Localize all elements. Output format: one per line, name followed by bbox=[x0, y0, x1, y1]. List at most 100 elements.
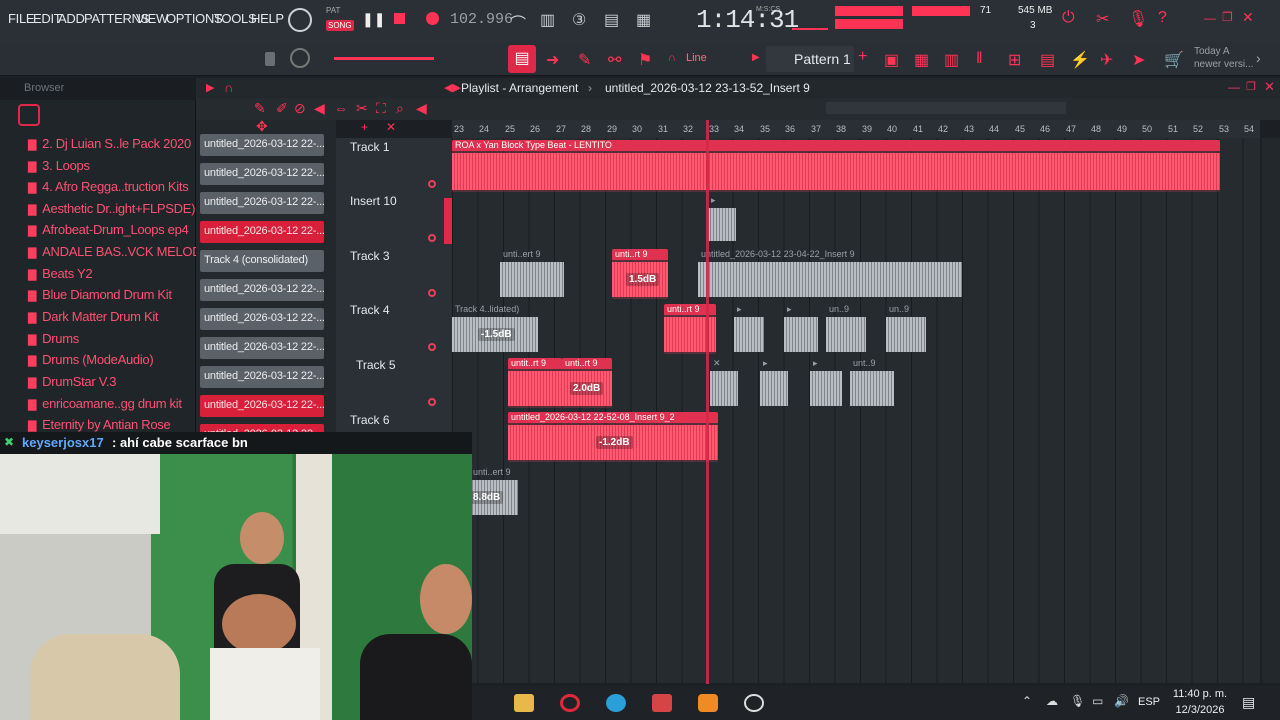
clip-source-item[interactable]: untitled_2026-03-12 22-... bbox=[200, 337, 324, 359]
clip-source-item[interactable]: untitled_2026-03-12 22-... bbox=[200, 308, 324, 330]
clock-date[interactable]: 12/3/2026 bbox=[1172, 704, 1228, 716]
pattern-selector[interactable]: Pattern 1 bbox=[766, 46, 854, 72]
export-icon[interactable]: ➤ bbox=[1132, 50, 1145, 70]
play-icon[interactable]: ▶ bbox=[206, 81, 214, 94]
record-icon[interactable] bbox=[426, 12, 439, 25]
pat-toggle[interactable]: PAT bbox=[326, 6, 340, 15]
news-arrow-icon[interactable]: › bbox=[1256, 50, 1261, 66]
master-pitch-slider[interactable] bbox=[334, 57, 434, 60]
track-header-5[interactable]: Track 5 bbox=[356, 358, 396, 372]
browser-filter-icon[interactable] bbox=[18, 104, 40, 126]
tool-select-icon[interactable]: ⛶ bbox=[376, 100, 386, 117]
file-explorer-icon[interactable] bbox=[514, 694, 534, 712]
arrow-icon[interactable]: ➜ bbox=[546, 50, 559, 70]
link-icon[interactable]: ⚯ bbox=[608, 50, 621, 70]
telegram-icon[interactable] bbox=[606, 694, 626, 712]
tempo-tap-icon[interactable]: ✈ bbox=[1100, 50, 1113, 70]
audio-clip[interactable]: un..9 bbox=[886, 304, 926, 354]
menu-view[interactable]: VIEW bbox=[136, 11, 168, 26]
minimize-icon[interactable]: — bbox=[1204, 11, 1216, 25]
pl-minimize-icon[interactable]: — bbox=[1228, 80, 1240, 94]
microphone-icon[interactable]: 🎙 bbox=[1128, 9, 1148, 29]
browser-item[interactable]: ▇ Drums bbox=[28, 331, 79, 351]
browser-item[interactable]: ▇ enricoamane..gg drum kit bbox=[28, 396, 182, 416]
audio-clip[interactable]: unti..rt 9 1.5dB bbox=[612, 249, 668, 299]
track-header-3[interactable]: Track 3 bbox=[350, 249, 390, 263]
lock-icon[interactable] bbox=[265, 52, 275, 66]
audio-clip[interactable]: ▸ bbox=[784, 304, 818, 354]
audio-clip[interactable]: Track 4..lidated) -1.5dB bbox=[452, 304, 538, 354]
plugin-icon[interactable]: ⚡ bbox=[1070, 50, 1090, 70]
news-panel[interactable]: Today A newer versi... bbox=[1194, 45, 1254, 71]
playlist-grid[interactable] bbox=[452, 138, 1260, 683]
mixer-icon[interactable]: ‖ bbox=[976, 50, 983, 68]
close-icon[interactable]: ✕ bbox=[1242, 9, 1254, 26]
menu-tools[interactable]: TOOLS bbox=[214, 11, 257, 26]
audio-clip[interactable]: unti..rt 9 2.0dB bbox=[562, 358, 612, 408]
audio-clip[interactable]: untitled_2026-03-12 22-52-08_Insert 9_2 … bbox=[508, 412, 718, 462]
audio-clip[interactable]: ▸ bbox=[810, 358, 842, 408]
browser-item[interactable]: ▇ Blue Diamond Drum Kit bbox=[28, 287, 172, 307]
audio-clip[interactable]: ▸ bbox=[734, 304, 764, 354]
help-icon[interactable]: ? bbox=[1158, 9, 1167, 27]
power-icon[interactable]: ⏻ bbox=[1062, 9, 1075, 27]
channel-rack-icon[interactable]: ▦ bbox=[914, 50, 929, 70]
clock-time[interactable]: 11:40 p. m. bbox=[1172, 688, 1228, 700]
audio-clip[interactable]: untitled_2026-03-12 23-04-22_Insert 9 bbox=[698, 249, 962, 299]
move-icon[interactable]: ✥ bbox=[256, 118, 268, 135]
audio-clip[interactable]: ✕ bbox=[710, 358, 738, 408]
master-volume-knob[interactable] bbox=[288, 8, 312, 32]
audio-clip[interactable]: unti..ert 9 bbox=[500, 249, 564, 299]
add-pattern-icon[interactable]: + bbox=[858, 48, 867, 66]
horizontal-scrollbar[interactable] bbox=[826, 102, 1066, 114]
audio-clip[interactable]: un..9 bbox=[826, 304, 866, 354]
browser-item[interactable]: ▇ 3. Loops bbox=[28, 158, 90, 178]
opera-icon[interactable] bbox=[560, 694, 580, 712]
track-header-4[interactable]: Track 4 bbox=[350, 303, 390, 317]
step-edit-icon[interactable]: ▤ bbox=[604, 10, 619, 30]
arrangement-name[interactable]: untitled_2026-03-12 23-13-52_Insert 9 bbox=[605, 81, 810, 95]
track-mute-dot[interactable] bbox=[428, 180, 436, 188]
playhead[interactable] bbox=[706, 120, 709, 684]
tray-onedrive-icon[interactable]: ☁ bbox=[1046, 694, 1058, 708]
shop-icon[interactable]: 🛒 bbox=[1164, 50, 1184, 70]
countdown-icon[interactable]: ③ bbox=[572, 10, 586, 30]
tool-paint-icon[interactable]: ✐ bbox=[276, 100, 288, 117]
tray-network-icon[interactable]: ▭ bbox=[1092, 694, 1103, 708]
browser-item[interactable]: ▇ 4. Afro Regga..truction Kits bbox=[28, 179, 189, 199]
playlist-icon[interactable]: ▤ bbox=[508, 45, 536, 73]
stop-icon[interactable] bbox=[394, 13, 405, 24]
menu-add[interactable]: ADD bbox=[58, 11, 85, 26]
snap-select[interactable]: Line bbox=[686, 52, 707, 64]
audio-clip[interactable]: unt..9 bbox=[850, 358, 894, 408]
browser-item[interactable]: ▇ 2. Dj Luian S..le Pack 2020 bbox=[28, 136, 191, 156]
browser-item[interactable]: ▇ Afrobeat-Drum_Loops ep4 bbox=[28, 222, 189, 242]
add-track-icon[interactable]: + bbox=[361, 120, 368, 134]
obs-icon[interactable] bbox=[744, 694, 764, 712]
restore-icon[interactable]: ❐ bbox=[1222, 10, 1233, 24]
menu-file[interactable]: FILE bbox=[8, 11, 35, 26]
track-header-1[interactable]: Track 1 bbox=[350, 140, 390, 154]
clip-source-item[interactable]: untitled_2026-03-12 22-... bbox=[200, 221, 324, 243]
wait-input-icon[interactable]: ▥ bbox=[540, 10, 555, 30]
tray-mic-icon[interactable]: 🎙 bbox=[1070, 694, 1085, 708]
clip-source-item[interactable]: untitled_2026-03-12 22-... bbox=[200, 134, 324, 156]
insert-selector[interactable] bbox=[444, 198, 452, 244]
track-mute-dot[interactable] bbox=[428, 343, 436, 351]
browser-item[interactable]: ▇ ANDALE BAS..VCK MELODY bbox=[28, 244, 210, 264]
loop-record-icon[interactable]: ▦ bbox=[636, 10, 651, 30]
clip-source-item[interactable]: Track 4 (consolidated) bbox=[200, 250, 324, 272]
browser-item[interactable]: ▇ Beats Y2 bbox=[28, 266, 93, 286]
clip-source-item[interactable]: untitled_2026-03-12 22-... bbox=[200, 395, 324, 417]
tool-mute-icon[interactable]: ◀ bbox=[314, 100, 325, 117]
timeline-ruler[interactable]: 23 24 25 26 27 28 29 30 31 32 33 34 35 3… bbox=[452, 120, 1260, 138]
notifications-icon[interactable]: ▤ bbox=[1242, 694, 1255, 711]
audio-clip[interactable]: ▸ bbox=[708, 195, 736, 243]
stamp-icon[interactable]: ⚑ bbox=[638, 50, 652, 70]
capture-app-icon[interactable] bbox=[652, 694, 672, 712]
track-mute-dot[interactable] bbox=[428, 234, 436, 242]
track-mute-dot[interactable] bbox=[428, 398, 436, 406]
metronome-icon[interactable]: ⌒ bbox=[510, 10, 526, 34]
vertical-scrollbar[interactable] bbox=[1262, 138, 1280, 683]
mixer-view-icon[interactable]: ▣ bbox=[884, 50, 899, 70]
